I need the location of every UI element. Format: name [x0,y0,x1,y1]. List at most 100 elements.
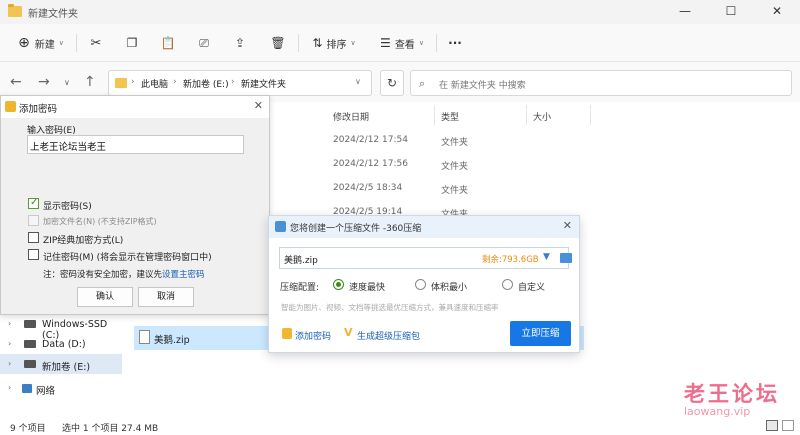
scissors-icon: ✂ [90,35,102,51]
sort-button[interactable]: ⇅ 排序 ∨ [306,31,362,55]
zip-classic-checkbox[interactable] [28,232,39,243]
compress-dialog: 您将创建一个压缩文件 -360压缩 ✕ 美鹅.zip 剩余:793.6GB ▼ … [268,215,580,353]
security-note: 注：密码没有安全加密，建议先设置主密码 [43,268,205,280]
zip-file-icon [139,330,150,344]
close-button[interactable]: ✕ [754,0,800,24]
table-row[interactable]: 2024/2/12 17:56 文件夹 [330,154,590,176]
show-password-checkbox[interactable] [28,197,39,209]
dialog-title: 您将创建一个压缩文件 -360压缩 [290,224,422,234]
table-row[interactable]: 2024/2/5 18:34 文件夹 [330,178,590,200]
new-button[interactable]: ⊕ 新建 ∨ [14,31,68,55]
search-input[interactable]: ⌕ 在 新建文件夹 中搜索 [410,70,792,96]
expand-chevron-icon[interactable]: › [8,383,11,392]
more-options-button[interactable]: ··· [444,31,466,55]
cancel-button[interactable]: 取消 [138,287,194,307]
view-label: 查看 [394,39,415,51]
address-field[interactable]: › 此电脑 › 新加卷 (E:) › 新建文件夹 ∨ [108,70,372,96]
smallest-radio[interactable] [415,279,426,290]
drive-icon [24,320,36,328]
dialog-title-bar: 您将创建一个压缩文件 -360压缩 ✕ [269,216,579,238]
zip-classic-label: ZIP经典加密方式(L) [43,236,124,246]
copy-button[interactable]: ❐ [122,31,142,55]
add-password-link[interactable]: 添加密码 [295,329,331,342]
column-modified[interactable]: 修改日期 [333,110,369,123]
set-master-password-link[interactable]: 设置主密码 [162,270,205,280]
custom-label: 自定义 [518,283,546,293]
folder-icon [8,4,22,17]
plus-icon: ⊕ [18,35,30,51]
file-name: 美鹅.zip [154,335,190,346]
breadcrumb-new-folder[interactable]: 新建文件夹 [241,77,286,90]
rename-button[interactable]: ⎚ [194,31,214,55]
sidebar-item-e-drive[interactable]: › 新加卷 (E:) [0,354,122,374]
expand-chevron-icon[interactable]: › [8,339,11,348]
selection-info: 选中 1 个项目 27.4 MB [62,424,159,434]
clipboard-icon: 📋 [160,36,176,50]
dialog-title-bar: 添加密码 ✕ [1,96,269,118]
watermark-site: laowang.vip [684,405,751,418]
sidebar-item-network[interactable]: › 网络 [0,378,122,398]
expand-chevron-icon[interactable]: › [8,359,11,368]
close-icon[interactable]: ✕ [563,219,572,232]
encrypt-filenames-label: 加密文件名(N) (不支持ZIP格式) [43,217,157,226]
table-row[interactable]: 2024/2/12 17:54 文件夹 [330,130,590,152]
trash-icon: 🗑 [270,36,286,50]
chevron-down-icon[interactable]: ∨ [355,77,361,86]
sidebar-item-d-drive[interactable]: › Data (D:) [0,334,122,354]
breadcrumb-drive-e[interactable]: 新加卷 (E:) [183,77,229,90]
item-count: 9 个项目 [10,424,46,434]
back-arrow-icon[interactable]: ← [10,74,22,90]
delete-button[interactable]: 🗑 [268,31,288,55]
chevron-down-icon: ∨ [350,39,356,47]
drive-icon [24,360,36,368]
free-space: 剩余:793.6GB [482,255,539,265]
archive-name-field[interactable]: 美鹅.zip 剩余:793.6GB ▼ [279,247,572,269]
view-button[interactable]: ☰ 查看 ∨ [374,31,430,55]
search-icon: ⌕ [419,77,426,90]
compress-hint: 智能为图片、视频、文档等挑选最优压缩方式，兼具速度和压缩率 [281,303,499,312]
sidebar-item-label: Data (D:) [42,339,86,350]
custom-radio[interactable] [502,279,513,290]
smallest-label: 体积最小 [431,283,468,293]
maximize-button[interactable]: ☐ [708,0,754,24]
copy-icon: ❐ [126,36,138,50]
fastest-radio[interactable] [333,279,344,290]
command-bar: ⊕ 新建 ∨ ✂ ❐ 📋 ⎚ ⇪ 🗑 ⇅ 排序 ∨ ☰ 查看 ∨ ··· [0,24,800,62]
remember-password-checkbox[interactable] [28,249,39,260]
column-type[interactable]: 类型 [441,110,459,123]
sort-label: 排序 [326,39,347,51]
paste-button[interactable]: 📋 [158,31,178,55]
password-input[interactable]: 上老王论坛当老王 [27,135,244,154]
chevron-down-icon: ∨ [418,39,424,47]
new-label: 新建 [34,39,55,51]
expand-chevron-icon[interactable]: › [8,319,11,328]
chevron-right-icon: › [131,77,135,87]
share-button[interactable]: ⇪ [230,31,250,55]
minimize-button[interactable]: — [662,0,708,24]
sidebar-item-c-drive[interactable]: › Windows-SSD (C:) [0,314,122,341]
lock-icon [5,101,16,112]
up-arrow-icon[interactable]: ↑ [84,74,96,90]
cut-button[interactable]: ✂ [86,31,106,55]
browse-folder-icon[interactable] [560,253,572,263]
view-icon: ☰ [380,36,391,50]
recent-chevron-icon[interactable]: ∨ [64,78,70,87]
forward-arrow-icon[interactable]: → [38,74,50,90]
archive-name: 美鹅.zip [284,256,318,266]
row-type: 文件夹 [441,162,469,172]
share-icon: ⇪ [234,36,246,50]
site-watermark: 老王论坛 laowang.vip [676,378,800,426]
super-pack-link[interactable]: 生成超级压缩包 [357,329,420,342]
breadcrumb-this-pc[interactable]: 此电脑 [141,77,168,90]
lock-icon [282,328,292,339]
row-date: 2024/2/12 17:56 [333,159,408,169]
close-icon[interactable]: ✕ [254,99,263,112]
ok-button[interactable]: 确认 [77,287,133,307]
refresh-icon[interactable]: ↻ [380,70,404,96]
compress-now-button[interactable]: 立即压缩 [510,321,571,346]
row-type: 文件夹 [441,186,469,196]
title-bar: 新建文件夹 — ☐ ✕ [0,0,800,24]
column-size[interactable]: 大小 [533,110,551,123]
chevron-right-icon: › [173,77,177,87]
dropdown-arrow-icon[interactable]: ▼ [543,252,550,262]
